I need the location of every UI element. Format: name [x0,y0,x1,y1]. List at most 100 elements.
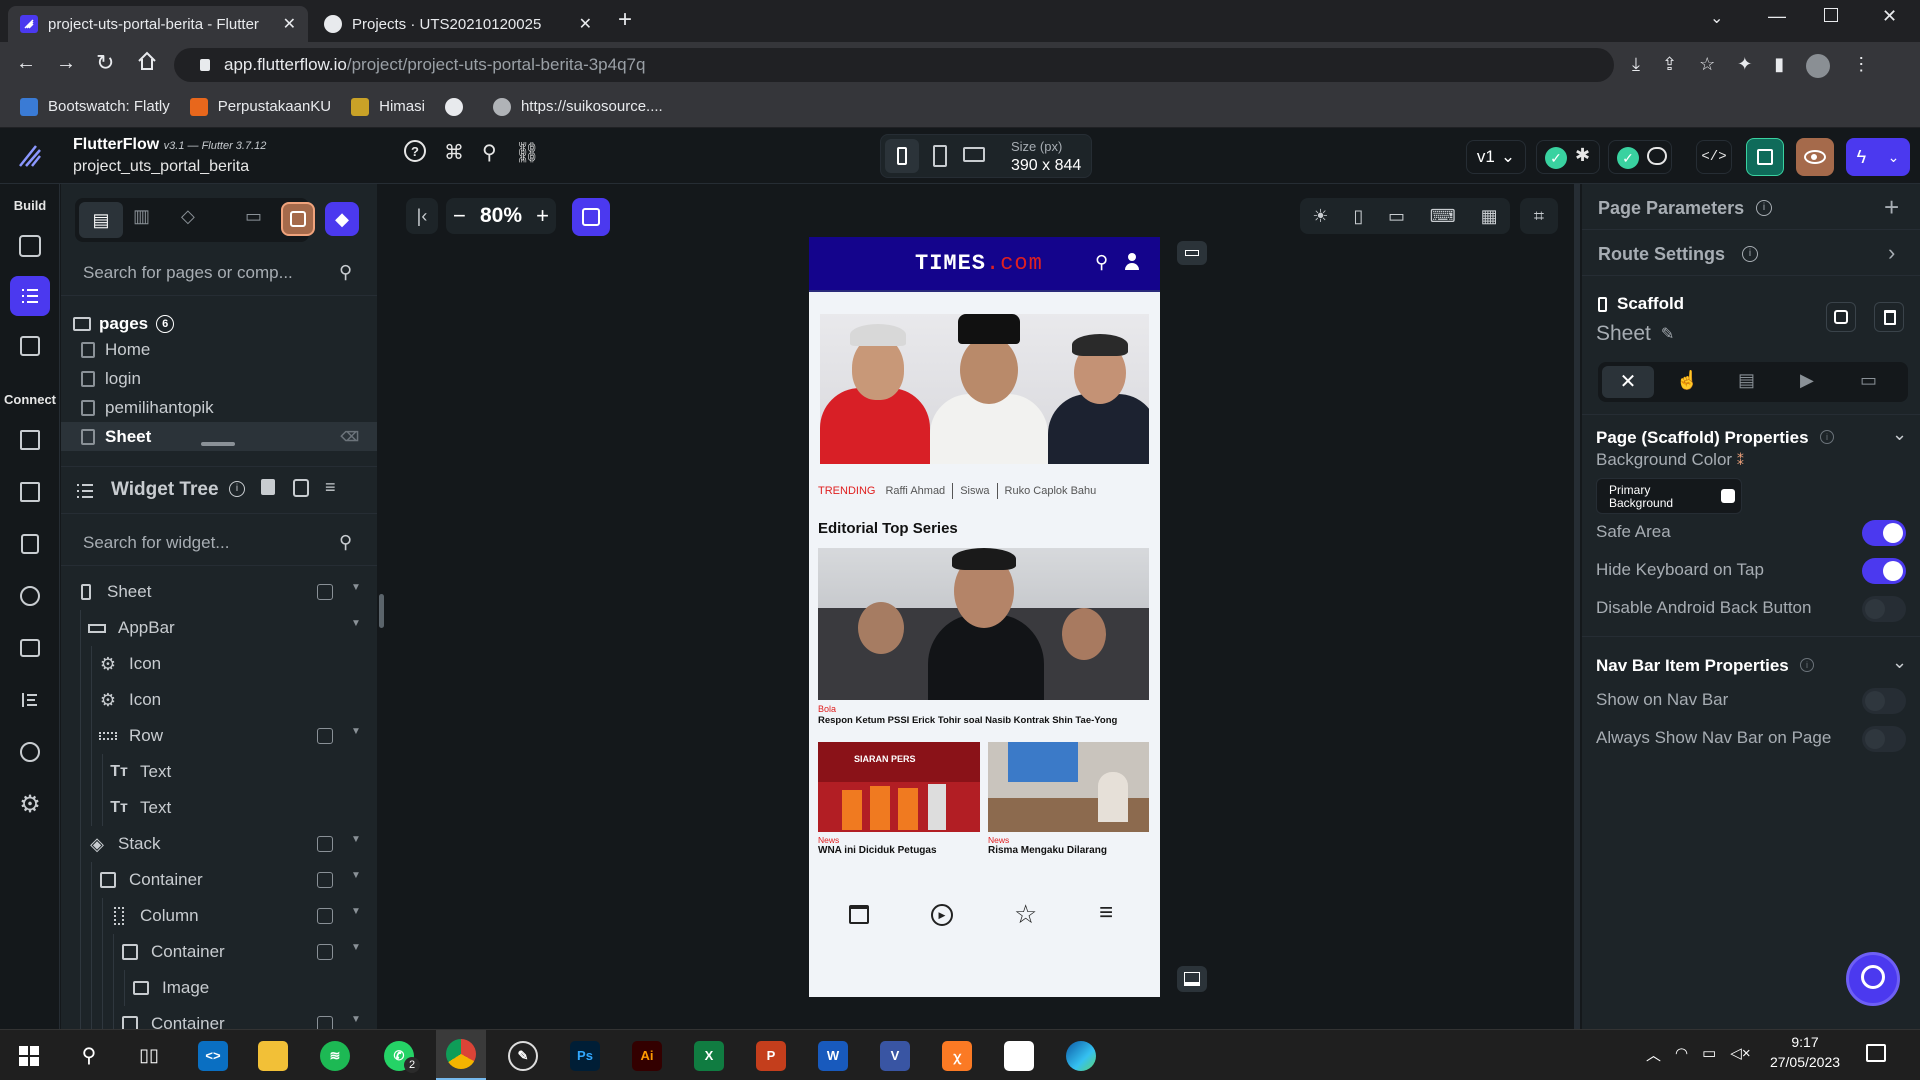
search-icon[interactable]: ⚲ [1095,252,1108,273]
scaffold-properties-header[interactable]: Page (Scaffold) Properties i ⌄ [1596,420,1916,454]
navbar-toggle-button[interactable] [1177,966,1207,992]
chrome-app-active[interactable] [436,1030,486,1080]
code-icon[interactable]: </> [1696,140,1732,174]
add-child-icon[interactable] [317,908,333,924]
extensions-icon[interactable]: ✦ [1737,54,1752,78]
add-child-icon[interactable] [317,872,333,888]
help-icon[interactable]: ? [404,140,426,162]
theme-rail-button[interactable] [10,732,50,772]
more-menu-icon[interactable]: ⋮ [1852,54,1870,78]
delete-button[interactable] [1874,302,1904,332]
tab-search-icon[interactable]: ⌄ [1710,8,1723,28]
info-icon[interactable]: i [229,481,245,497]
tree-node[interactable]: Image [61,970,377,1006]
zoom-out-button[interactable]: − [453,203,466,229]
person-icon[interactable] [1123,253,1141,271]
add-child-icon[interactable] [317,584,333,600]
preview-button[interactable] [1796,138,1834,176]
chevron-up-icon[interactable]: ︿ [1646,1044,1661,1065]
excel-app[interactable]: X [684,1030,734,1080]
properties-tab[interactable]: ✕ [1602,366,1654,398]
phone-device-button[interactable] [885,139,919,173]
page-item[interactable]: login [61,364,377,393]
toggle-switch[interactable] [1862,688,1906,714]
copy-button[interactable] [1826,302,1856,332]
caret-down-icon[interactable]: ▼ [351,582,361,593]
toggle-switch[interactable] [1862,558,1906,584]
layout-button[interactable]: ⌗ [1520,198,1558,234]
page-item[interactable]: Home [61,335,377,364]
backend-query-tab-icon[interactable]: ▤ [1738,370,1755,391]
maximize-button[interactable] [1824,8,1838,22]
tree-node[interactable]: ◈ Stack ▼ [61,826,377,862]
grid-icon[interactable]: ▦ [1481,206,1498,227]
spotify-app[interactable]: ≋ [310,1030,360,1080]
install-icon[interactable]: ⤓ [1632,54,1640,78]
main-article-image[interactable] [818,548,1149,700]
animations-tab-icon[interactable]: ▶ [1800,370,1814,391]
tree-node[interactable]: AppBar ▼ [61,610,377,646]
components-tab-icon[interactable]: ▥ [133,206,150,227]
calendar-icon[interactable] [849,905,869,924]
powerpoint-app[interactable]: P [746,1030,796,1080]
tree-node[interactable]: Container ▼ [61,862,377,898]
inkscape-app[interactable]: ✎ [498,1030,548,1080]
reload-icon[interactable]: ↻ [96,50,114,76]
text-styles-rail-button[interactable] [10,680,50,720]
tree-node[interactable]: Row ▼ [61,718,377,754]
run-button[interactable]: ϟ ⌄ [1846,138,1910,176]
route-settings-row[interactable]: Route Settings i › [1582,230,1920,276]
search-taskbar-icon[interactable]: ⚲ [64,1030,114,1080]
panel-divider[interactable] [1574,184,1580,1029]
xampp-app[interactable]: ꭓ [932,1030,982,1080]
trending-item[interactable]: Siswa [960,485,989,497]
tree-node[interactable]: Tт Text [61,790,377,826]
battery-icon[interactable]: ▭ [1702,1044,1716,1065]
store-app[interactable] [994,1030,1044,1080]
home-icon[interactable] [136,50,158,72]
trending-item[interactable]: Raffi Ahmad [885,485,945,497]
bookmark-item[interactable]: PerpustakaanKU [189,97,331,116]
keyboard-icon[interactable]: ⌨ [1430,206,1456,227]
add-widget-button[interactable] [572,198,610,236]
marketplace-button[interactable]: ◆ [325,202,359,236]
widget-search[interactable]: Search for widget... ⚲ [61,522,377,566]
toggle-switch[interactable] [1862,726,1906,752]
page-search[interactable]: Search for pages or comp... ⚲ [61,252,377,296]
bookmark-item[interactable] [444,97,473,116]
back-icon[interactable]: ← [16,52,36,75]
caret-down-icon[interactable]: ▼ [351,618,361,629]
comments-group[interactable]: ✓ [1608,140,1672,174]
command-icon[interactable]: ⌘ [444,140,464,165]
docs-tab-icon[interactable]: ▭ [1860,370,1877,391]
card1-title[interactable]: WNA ini Diciduk Petugas [818,845,937,856]
bg-color-picker[interactable]: Primary Background [1596,478,1742,514]
add-child-icon[interactable] [317,728,333,744]
link-icon[interactable]: ⛓ [515,140,540,165]
bookmark-item[interactable]: https://suikosource.... [492,97,663,116]
vscode-app[interactable]: <> [188,1030,238,1080]
open-external-button[interactable] [1746,138,1784,176]
tree-node[interactable]: Sheet ▼ [61,574,377,610]
edge-app[interactable] [1056,1030,1106,1080]
caret-down-icon[interactable]: ▼ [351,906,361,917]
profile-avatar[interactable] [1806,54,1831,78]
api-rail-button[interactable] [10,472,50,512]
minimize-button[interactable]: — [1768,6,1786,27]
search-icon[interactable]: ⚲ [482,140,497,165]
add-child-icon[interactable] [317,836,333,852]
tablet-icon[interactable] [933,145,947,167]
illustrator-app[interactable]: Ai [622,1030,672,1080]
url-field[interactable]: app.flutterflow.io/project/project-uts-p… [174,48,1614,82]
pages-tab[interactable]: ▤ [79,202,123,238]
notifications-icon[interactable] [1866,1044,1886,1062]
page-item[interactable]: pemilihantopik [61,393,377,422]
close-tab-icon[interactable]: ✕ [283,14,296,34]
filter-icon[interactable]: ≡ [325,477,336,498]
explorer-app[interactable] [248,1030,298,1080]
new-tab-button[interactable]: + [618,6,632,34]
version-select[interactable]: v1 ⌄ [1466,140,1526,174]
widget-tree-rail-button[interactable] [10,276,50,316]
main-article-headline[interactable]: Respon Ketum PSSI Erick Tohir soal Nasib… [818,715,1117,726]
firestore-rail-button[interactable] [10,420,50,460]
